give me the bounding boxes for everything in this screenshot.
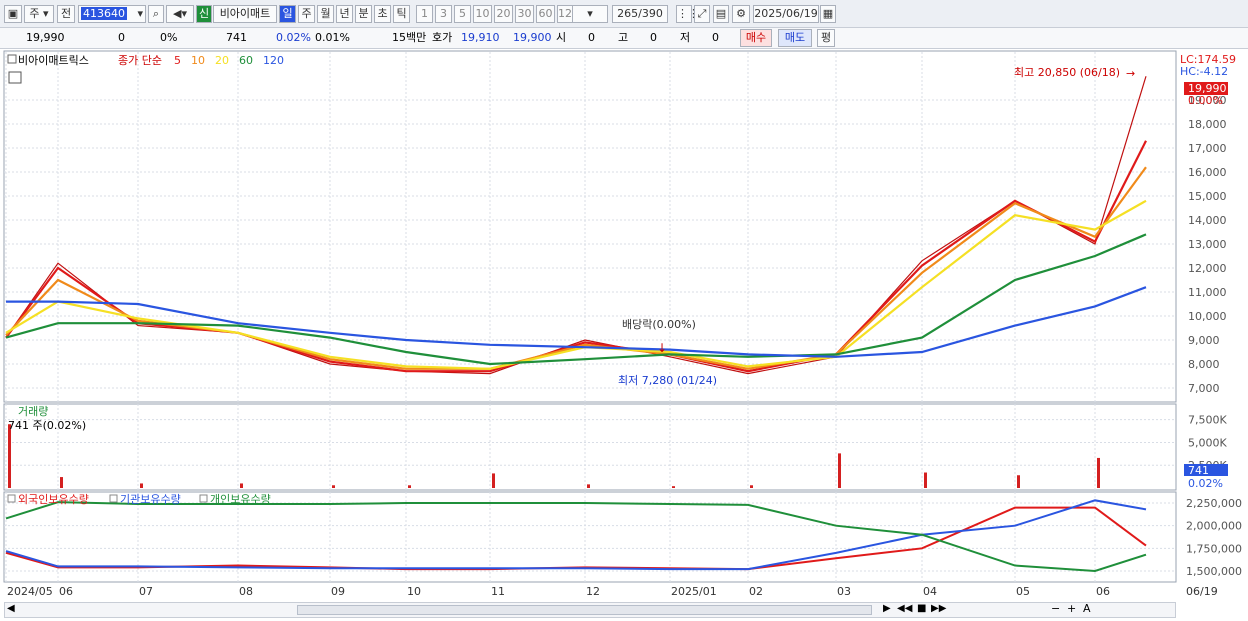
price-tick: 16,000 xyxy=(1188,166,1227,179)
dividend-arrow-icon: ↓ xyxy=(657,341,667,355)
ma-legend-5: 5 xyxy=(174,54,181,67)
high-annotation: 최고 20,850 (06/18) xyxy=(1014,66,1120,79)
holding-lines xyxy=(5,499,1147,572)
volume-tick: 5,000K xyxy=(1188,436,1227,449)
date-tick: 2024/05 xyxy=(7,585,53,598)
font-size-icon[interactable]: A xyxy=(1083,602,1091,615)
scroll-right-icon[interactable]: ▶ xyxy=(883,603,891,614)
volume-panel-frame xyxy=(3,403,1177,491)
scroll-left-icon[interactable]: ◀ xyxy=(7,603,15,614)
moving-averages xyxy=(5,76,1147,375)
date-tick: 06 xyxy=(59,585,73,598)
date-tick: 03 xyxy=(837,585,851,598)
panel-collapse-icon[interactable] xyxy=(7,54,17,64)
volume-bar xyxy=(140,483,143,488)
price-tick: 13,000 xyxy=(1188,238,1227,251)
holding-line-0 xyxy=(5,506,1147,571)
price-tick: 11,000 xyxy=(1188,286,1227,299)
rewind-icon[interactable]: ◀◀ xyxy=(897,603,912,614)
date-tick: 05 xyxy=(1016,585,1030,598)
price-tick: 12,000 xyxy=(1188,262,1227,275)
high-arrow-icon: → xyxy=(1126,67,1135,80)
ma-legend: 5 10 20 60 120 xyxy=(174,54,284,67)
holding-legend-box xyxy=(7,494,16,503)
date-tick: 11 xyxy=(491,585,505,598)
volume-bar xyxy=(492,473,495,488)
series-line-종가 xyxy=(5,76,1147,375)
date-end: 06/19 xyxy=(1186,585,1218,598)
volume-bar xyxy=(924,472,927,488)
date-tick: 06 xyxy=(1096,585,1110,598)
date-tick: 2025/01 xyxy=(671,585,717,598)
low-annotation: 최저 7,280 (01/24) xyxy=(618,374,717,387)
volume-current: 741 주(0.02%) xyxy=(8,419,86,432)
date-tick: 02 xyxy=(749,585,763,598)
zoom-in-icon[interactable]: + xyxy=(1067,602,1076,615)
price-tick: 9,000 xyxy=(1188,334,1220,347)
holding-tick: 1,750,000 xyxy=(1186,542,1242,555)
holding-legend-box xyxy=(109,494,118,503)
ma-legend-120: 120 xyxy=(263,54,284,67)
holding-legend-2: 개인보유수량 xyxy=(210,493,271,506)
volume-bar xyxy=(60,477,63,488)
ma-legend-20: 20 xyxy=(215,54,229,67)
price-tick: 14,000 xyxy=(1188,214,1227,227)
volume-tick: 7,500K xyxy=(1188,414,1227,427)
price-tick: 15,000 xyxy=(1188,190,1227,203)
date-tick: 04 xyxy=(923,585,937,598)
volume-bar xyxy=(1017,475,1020,488)
table-icon[interactable] xyxy=(8,71,22,84)
holding-tick: 2,000,000 xyxy=(1186,520,1242,533)
date-tick: 10 xyxy=(407,585,421,598)
holding-tick: 1,500,000 xyxy=(1186,565,1242,578)
price-tick: 7,000 xyxy=(1188,382,1220,395)
volume-bar xyxy=(240,483,243,488)
date-tick: 09 xyxy=(331,585,345,598)
dividend-label: 배당락(0.00%) xyxy=(622,318,696,331)
volume-bar xyxy=(8,424,11,488)
holding-tick: 2,250,000 xyxy=(1186,497,1242,510)
price-tick: 8,000 xyxy=(1188,358,1220,371)
last-pct: 0.00% xyxy=(1188,94,1223,107)
volume-bar xyxy=(838,453,841,488)
volume-bars xyxy=(8,424,1100,488)
volume-bar xyxy=(408,485,411,488)
volume-bar xyxy=(587,484,590,488)
y-axis: 19,00018,00017,00016,00015,00014,00013,0… xyxy=(1186,94,1242,578)
ma-legend-10: 10 xyxy=(191,54,205,67)
holding-legend: 외국인보유수량 기관보유수량 개인보유수량 xyxy=(7,493,271,506)
volume-last: 741 xyxy=(1188,464,1209,477)
date-tick: 12 xyxy=(586,585,600,598)
volume-bar xyxy=(1097,457,1100,488)
stock-title: 비아이매트릭스 xyxy=(18,54,89,67)
date-tick: 08 xyxy=(239,585,253,598)
price-tick: 17,000 xyxy=(1188,142,1227,155)
holding-legend-1: 기관보유수량 xyxy=(120,493,181,506)
holding-legend-0: 외국인보유수량 xyxy=(18,493,89,506)
volume-title: 거래량 xyxy=(18,405,48,418)
scrollbar[interactable]: ◀ ▶ ◀◀ ■ ▶▶ − + A xyxy=(4,602,1176,618)
date-tick: 07 xyxy=(139,585,153,598)
ma-label: 종가 단순 xyxy=(118,54,162,67)
holding-legend-box xyxy=(199,494,208,503)
holding-line-2 xyxy=(5,501,1147,572)
price-tick: 10,000 xyxy=(1188,310,1227,323)
scroll-thumb[interactable] xyxy=(297,605,872,615)
price-tick: 18,000 xyxy=(1188,118,1227,131)
zoom-out-icon[interactable]: − xyxy=(1051,602,1060,615)
holding-line-1 xyxy=(5,499,1147,571)
ma-legend-60: 60 xyxy=(239,54,253,67)
hc-label: HC:-4.12 xyxy=(1180,65,1228,78)
volume-bar xyxy=(750,485,753,488)
volume-last-pct: 0.02% xyxy=(1188,477,1223,490)
stop-icon[interactable]: ■ xyxy=(917,603,926,614)
volume-bar xyxy=(672,486,675,488)
x-axis: 2024/05 06 07 08 09 10 11 12 2025/01 02 03 04 05 06 06… xyxy=(7,585,1218,598)
forward-icon[interactable]: ▶▶ xyxy=(931,603,946,614)
volume-bar xyxy=(332,485,335,488)
chart-canvas: 19,00018,00017,00016,00015,00014,00013,0… xyxy=(3,50,1242,598)
series-line-120 xyxy=(6,286,1147,358)
